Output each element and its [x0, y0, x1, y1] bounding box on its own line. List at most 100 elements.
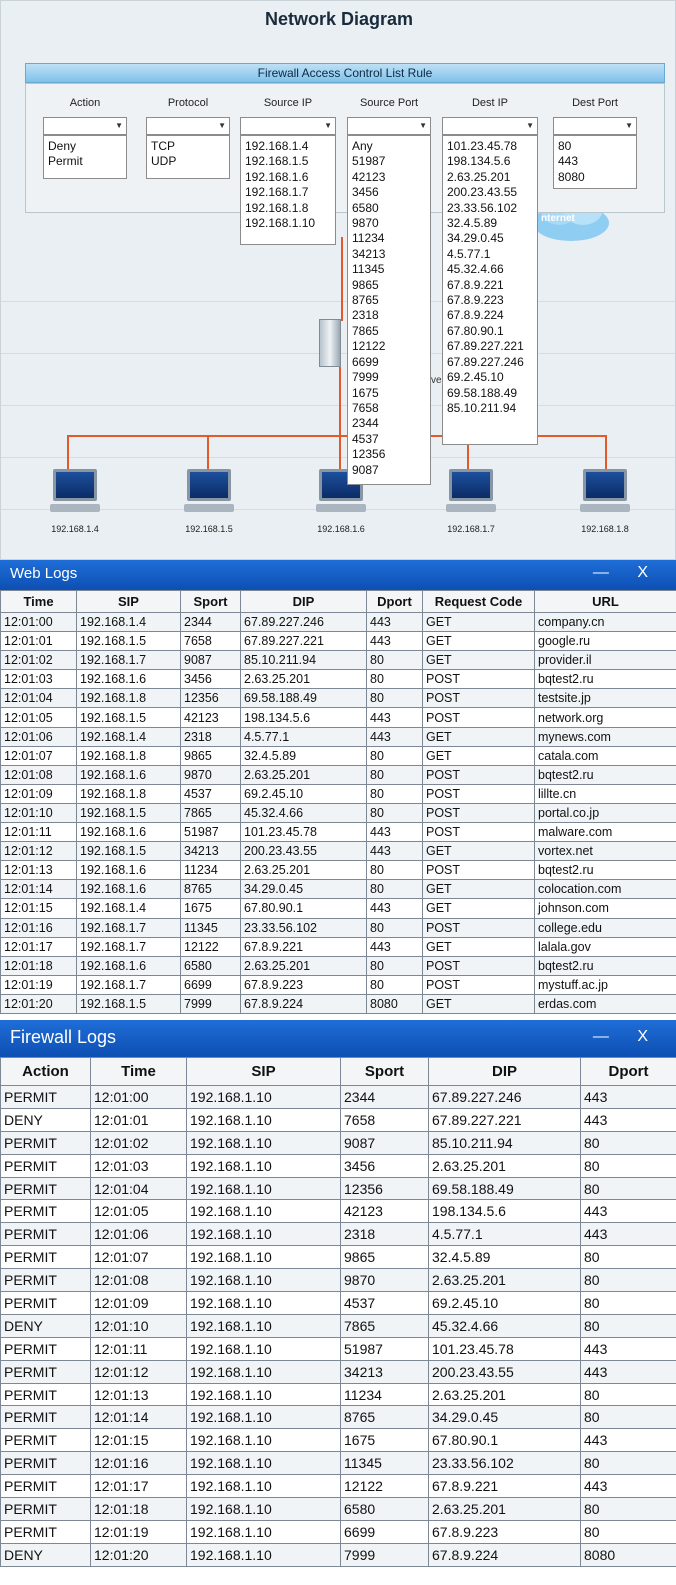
action-dropdown[interactable]: ▼: [43, 117, 127, 135]
option-item[interactable]: 2344: [352, 416, 426, 431]
option-item[interactable]: 80: [558, 139, 632, 154]
firewall-log-row[interactable]: PERMIT 12:01:03 192.168.1.10 3456 2.63.25.20…: [0, 1153, 676, 1178]
option-item[interactable]: 69.58.188.49: [447, 386, 533, 401]
option-item[interactable]: 1675: [352, 386, 426, 401]
column-header[interactable]: Dport: [366, 590, 423, 613]
option-item[interactable]: 67.89.227.246: [447, 355, 533, 370]
option-item[interactable]: 198.134.5.6: [447, 154, 533, 169]
firewall-log-row[interactable]: PERMIT 12:01:05 192.168.1.10 42123 198.134.5…: [0, 1199, 676, 1224]
web-log-row[interactable]: 12:01:09 192.168.1.8 4537 69.2.45.10 80 POST l…: [0, 783, 676, 804]
option-item[interactable]: 7999: [352, 370, 426, 385]
web-log-row[interactable]: 12:01:19 192.168.1.7 6699 67.8.9.223 80 POST m…: [0, 974, 676, 995]
web-log-row[interactable]: 12:01:18 192.168.1.6 6580 2.63.25.201 80 POST…: [0, 955, 676, 976]
option-item[interactable]: 11345: [352, 262, 426, 277]
firewall-log-row[interactable]: PERMIT 12:01:02 192.168.1.10 9087 85.10.211.…: [0, 1130, 676, 1155]
option-item[interactable]: 4537: [352, 432, 426, 447]
web-log-row[interactable]: 12:01:07 192.168.1.8 9865 32.4.5.89 80 GET cat…: [0, 745, 676, 766]
host-computer[interactable]: 192.168.1.4: [45, 469, 105, 534]
option-item[interactable]: 67.8.9.224: [447, 308, 533, 323]
source-ip-dropdown[interactable]: ▼: [240, 117, 336, 135]
web-log-row[interactable]: 12:01:10 192.168.1.5 7865 45.32.4.66 80 POST p…: [0, 802, 676, 824]
protocol-dropdown[interactable]: ▼: [146, 117, 230, 135]
column-header[interactable]: SIP: [76, 590, 181, 613]
dest-ip-dropdown[interactable]: ▼: [442, 117, 538, 135]
option-item[interactable]: 9870: [352, 216, 426, 231]
firewall-log-row[interactable]: PERMIT 12:01:14 192.168.1.10 8765 34.29.0.45…: [0, 1405, 676, 1430]
option-item[interactable]: Any: [352, 139, 426, 154]
protocol-option-list[interactable]: TCP UDP: [146, 135, 230, 179]
firewall-log-row[interactable]: PERMIT 12:01:06 192.168.1.10 2318 4.5.77.1 44…: [0, 1222, 676, 1247]
option-item[interactable]: 192.168.1.4: [245, 139, 331, 154]
firewall-log-row[interactable]: PERMIT 12:01:08 192.168.1.10 9870 2.63.25.20…: [0, 1268, 676, 1293]
window-controls[interactable]: — X: [593, 564, 660, 582]
option-item[interactable]: 101.23.45.78: [447, 139, 533, 154]
option-item[interactable]: Deny: [48, 139, 122, 154]
column-header[interactable]: Time: [90, 1057, 187, 1086]
option-item[interactable]: 6580: [352, 201, 426, 216]
web-log-row[interactable]: 12:01:13 192.168.1.6 11234 2.63.25.201 80 POS…: [0, 860, 676, 881]
action-option-list[interactable]: Deny Permit: [43, 135, 127, 179]
firewall-log-row[interactable]: PERMIT 12:01:15 192.168.1.10 1675 67.80.90.1…: [0, 1428, 676, 1453]
column-header[interactable]: DIP: [240, 590, 367, 613]
column-header[interactable]: Sport: [180, 590, 241, 613]
web-log-row[interactable]: 12:01:00 192.168.1.4 2344 67.89.227.246 443 G…: [0, 611, 676, 633]
option-item[interactable]: 4.5.77.1: [447, 247, 533, 262]
firewall-log-row[interactable]: PERMIT 12:01:00 192.168.1.10 2344 67.89.227.…: [0, 1085, 676, 1109]
web-log-row[interactable]: 12:01:05 192.168.1.5 42123 198.134.5.6 443 PO…: [0, 707, 676, 728]
web-log-row[interactable]: 12:01:16 192.168.1.7 11345 23.33.56.102 80 PO…: [0, 917, 676, 938]
option-item[interactable]: 2.63.25.201: [447, 170, 533, 185]
option-item[interactable]: 192.168.1.10: [245, 216, 331, 231]
web-log-row[interactable]: 12:01:08 192.168.1.6 9870 2.63.25.201 80 POST…: [0, 764, 676, 785]
option-item[interactable]: 9865: [352, 278, 426, 293]
option-item[interactable]: 23.33.56.102: [447, 201, 533, 216]
option-item[interactable]: 45.32.4.66: [447, 262, 533, 277]
option-item[interactable]: 6699: [352, 355, 426, 370]
firewall-log-row[interactable]: DENY 12:01:20 192.168.1.10 7999 67.8.9.224 80…: [0, 1542, 676, 1567]
option-item[interactable]: 3456: [352, 185, 426, 200]
option-item[interactable]: 67.89.227.221: [447, 339, 533, 354]
option-item[interactable]: 12356: [352, 447, 426, 462]
option-item[interactable]: TCP: [151, 139, 225, 154]
firewall-log-row[interactable]: PERMIT 12:01:07 192.168.1.10 9865 32.4.5.89 8…: [0, 1245, 676, 1270]
option-item[interactable]: 67.8.9.221: [447, 278, 533, 293]
host-computer[interactable]: 192.168.1.8: [575, 469, 635, 534]
option-item[interactable]: 85.10.211.94: [447, 401, 533, 416]
firewall-log-row[interactable]: PERMIT 12:01:11 192.168.1.10 51987 101.23.45…: [0, 1336, 676, 1361]
web-log-row[interactable]: 12:01:06 192.168.1.4 2318 4.5.77.1 443 GET myn…: [0, 726, 676, 747]
source-ip-option-list[interactable]: 192.168.1.4 192.168.1.5 192.168.1.6 192.168…: [240, 135, 336, 245]
web-log-row[interactable]: 12:01:15 192.168.1.4 1675 67.80.90.1 443 GET j…: [0, 898, 676, 919]
option-item[interactable]: 2318: [352, 308, 426, 323]
column-header[interactable]: DIP: [428, 1057, 581, 1086]
dest-port-option-list[interactable]: 80 443 8080: [553, 135, 637, 189]
firewall-log-row[interactable]: PERMIT 12:01:04 192.168.1.10 12356 69.58.188…: [0, 1176, 676, 1201]
column-header[interactable]: Action: [0, 1057, 91, 1086]
option-item[interactable]: 42123: [352, 170, 426, 185]
web-log-row[interactable]: 12:01:02 192.168.1.7 9087 85.10.211.94 80 GET…: [0, 650, 676, 671]
firewall-log-row[interactable]: PERMIT 12:01:13 192.168.1.10 11234 2.63.25.2…: [0, 1382, 676, 1407]
dest-port-dropdown[interactable]: ▼: [553, 117, 637, 135]
column-header[interactable]: Sport: [340, 1057, 429, 1086]
firewall-log-row[interactable]: PERMIT 12:01:09 192.168.1.10 4537 69.2.45.10…: [0, 1291, 676, 1315]
dest-ip-option-list[interactable]: 101.23.45.78 198.134.5.6 2.63.25.201 200.23…: [442, 135, 538, 445]
column-header[interactable]: SIP: [186, 1057, 341, 1086]
source-port-dropdown[interactable]: ▼: [347, 117, 431, 135]
firewall-log-row[interactable]: PERMIT 12:01:12 192.168.1.10 34213 200.23.43…: [0, 1359, 676, 1384]
web-log-row[interactable]: 12:01:17 192.168.1.7 12122 67.8.9.221 443 GET…: [0, 936, 676, 957]
firewall-log-row[interactable]: DENY 12:01:10 192.168.1.10 7865 45.32.4.66 80: [0, 1313, 676, 1338]
option-item[interactable]: 11234: [352, 231, 426, 246]
option-item[interactable]: 51987: [352, 154, 426, 169]
option-item[interactable]: 7865: [352, 324, 426, 339]
firewall-log-row[interactable]: PERMIT 12:01:17 192.168.1.10 12122 67.8.9.22…: [0, 1474, 676, 1499]
web-log-row[interactable]: 12:01:20 192.168.1.5 7999 67.8.9.224 8080 GET…: [0, 993, 676, 1014]
option-item[interactable]: 67.8.9.223: [447, 293, 533, 308]
host-computer[interactable]: 192.168.1.7: [441, 469, 501, 534]
option-item[interactable]: 34213: [352, 247, 426, 262]
option-item[interactable]: 443: [558, 154, 632, 169]
column-header[interactable]: Dport: [580, 1057, 676, 1086]
web-log-row[interactable]: 12:01:11 192.168.1.6 51987 101.23.45.78 443 P…: [0, 822, 676, 843]
column-header[interactable]: Time: [0, 590, 77, 613]
option-item[interactable]: 192.168.1.7: [245, 185, 331, 200]
option-item[interactable]: 32.4.5.89: [447, 216, 533, 231]
option-item[interactable]: 12122: [352, 339, 426, 354]
option-item[interactable]: 7658: [352, 401, 426, 416]
